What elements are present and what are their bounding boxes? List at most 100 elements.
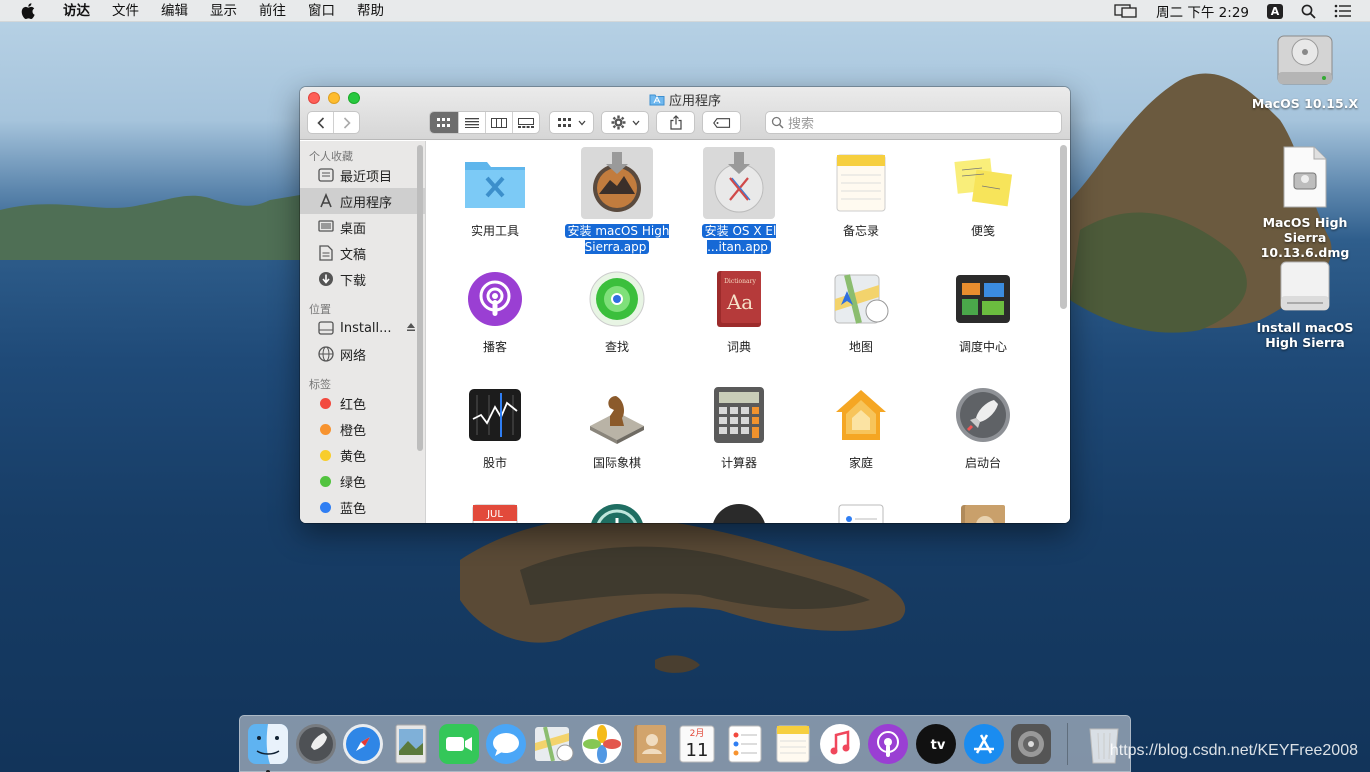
facetime-icon (438, 723, 479, 764)
sidebar-item-recents[interactable]: 最近项目 (300, 162, 425, 188)
search-field[interactable]: 搜索 (765, 111, 1062, 134)
app-item[interactable]: 调度中心 (922, 263, 1044, 355)
display-mirroring-icon[interactable] (1114, 3, 1138, 19)
sidebar-item-install-drive[interactable]: Install... (300, 315, 425, 341)
spotlight-icon[interactable] (1301, 4, 1316, 19)
dock-app-store[interactable] (962, 722, 1006, 766)
app-item[interactable] (556, 495, 678, 523)
app-item[interactable]: 便笺 (922, 147, 1044, 239)
sidebar-section-favorites: 个人收藏 (309, 150, 353, 163)
dmg-file-icon (1280, 145, 1330, 209)
app-item[interactable]: 计算器 (678, 379, 800, 471)
app-label: 播客 (482, 340, 507, 354)
dock-photos[interactable] (580, 722, 624, 766)
dock-notes[interactable] (771, 722, 815, 766)
desktop-icon-install-drive[interactable]: Install macOS High Sierra (1245, 258, 1365, 350)
sidebar-tag-green[interactable]: 绿色 (300, 468, 425, 494)
dock-calendar[interactable]: 2月 11 (675, 722, 719, 766)
notification-center-icon[interactable] (1334, 4, 1352, 18)
app-item[interactable]: 启动台 (922, 379, 1044, 471)
content-scrollbar[interactable] (1060, 145, 1067, 309)
menu-go[interactable]: 前往 (248, 0, 297, 22)
sidebar-tag-yellow[interactable]: 黄色 (300, 442, 425, 468)
stocks-icon (459, 379, 531, 451)
dock-contacts[interactable] (628, 722, 672, 766)
dock-tv[interactable]: tv (914, 722, 958, 766)
app-item[interactable]: 实用工具 (434, 147, 556, 239)
app-item[interactable]: 播客 (434, 263, 556, 355)
app-item-selected[interactable]: 安装 macOS High Sierra.app (556, 147, 678, 255)
sidebar-tag-blue[interactable]: 蓝色 (300, 494, 425, 520)
desktop-icon-macos-disk[interactable]: MacOS 10.15.X (1245, 30, 1365, 111)
app-item[interactable]: 查找 (556, 263, 678, 355)
stickies-icon (947, 147, 1019, 219)
dock-launchpad[interactable] (294, 722, 338, 766)
app-label: 安装 OS X El ...itan.app (678, 223, 800, 255)
dock-system-preferences[interactable] (1010, 722, 1054, 766)
sidebar-item-downloads[interactable]: 下载 (300, 266, 425, 292)
app-label: 计算器 (720, 456, 757, 470)
app-item-selected[interactable]: 安装 OS X El ...itan.app (678, 147, 800, 255)
app-item[interactable]: 地图 (800, 263, 922, 355)
dock-podcasts[interactable] (866, 722, 910, 766)
sidebar-item-applications[interactable]: 应用程序 (300, 188, 425, 214)
app-item[interactable]: 国际象棋 (556, 379, 678, 471)
desktop-icon-dmg[interactable]: MacOS High Sierra 10.13.6.dmg (1245, 145, 1365, 260)
app-label: 查找 (604, 340, 629, 354)
dock-facetime[interactable] (437, 722, 481, 766)
dock-maps[interactable] (532, 722, 576, 766)
app-item[interactable]: JUL (434, 495, 556, 523)
sidebar-item-desktop[interactable]: 桌面 (300, 214, 425, 240)
app-item[interactable] (922, 495, 1044, 523)
sidebar-scrollbar[interactable] (417, 145, 423, 451)
sidebar-item-documents[interactable]: 文稿 (300, 240, 425, 266)
action-menu-button[interactable] (601, 111, 649, 134)
gallery-view-button[interactable] (513, 112, 539, 133)
menu-help[interactable]: 帮助 (346, 0, 395, 22)
contacts-icon (633, 724, 666, 763)
menu-file[interactable]: 文件 (101, 0, 150, 22)
column-view-button[interactable] (486, 112, 513, 133)
app-label: 安装 macOS High Sierra.app (556, 223, 678, 255)
app-item[interactable]: 股市 (434, 379, 556, 471)
tv-icon: tv (915, 723, 956, 764)
documents-icon (318, 245, 334, 261)
sidebar-tag-red[interactable]: 红色 (300, 390, 425, 416)
sidebar-item-label: Install... (340, 320, 392, 336)
action-control (602, 112, 648, 133)
dock-messages[interactable] (485, 722, 529, 766)
list-view-button[interactable] (459, 112, 486, 133)
dock-safari[interactable] (341, 722, 385, 766)
menu-view[interactable]: 显示 (199, 0, 248, 22)
app-item[interactable]: Dictionary Aa 词典 (678, 263, 800, 355)
share-button[interactable] (656, 111, 695, 134)
app-item[interactable] (800, 495, 922, 523)
forward-button[interactable] (334, 112, 359, 133)
app-label: 便笺 (970, 224, 995, 238)
tag-dot-green (320, 475, 331, 487)
app-item[interactable]: 备忘录 (800, 147, 922, 239)
menu-window[interactable]: 窗口 (297, 0, 346, 22)
sidebar-item-label: 橙色 (340, 423, 367, 439)
tags-button[interactable] (702, 111, 741, 134)
share-control (657, 112, 694, 133)
back-button[interactable] (308, 112, 334, 133)
dock-preview[interactable] (389, 722, 433, 766)
sidebar-tag-orange[interactable]: 橙色 (300, 416, 425, 442)
eject-icon[interactable] (406, 321, 416, 336)
input-method-icon[interactable]: A (1267, 3, 1283, 19)
dictionary-icon-caption: Dictionary (724, 278, 756, 285)
dock-finder[interactable] (246, 722, 290, 772)
dock-music[interactable] (819, 722, 863, 766)
apple-menu-icon[interactable] (18, 1, 38, 21)
sidebar-item-network[interactable]: 网络 (300, 341, 425, 367)
dock-reminders[interactable] (723, 722, 767, 766)
menu-edit[interactable]: 编辑 (150, 0, 199, 22)
menu-finder[interactable]: 访达 (52, 0, 101, 22)
app-item[interactable] (678, 495, 800, 523)
icon-view-button[interactable] (430, 112, 459, 133)
clock[interactable]: 周二 下午 2:29 (1156, 1, 1249, 21)
group-by-button[interactable] (549, 111, 594, 134)
app-item[interactable]: 家庭 (800, 379, 922, 471)
safari-icon (343, 723, 384, 764)
